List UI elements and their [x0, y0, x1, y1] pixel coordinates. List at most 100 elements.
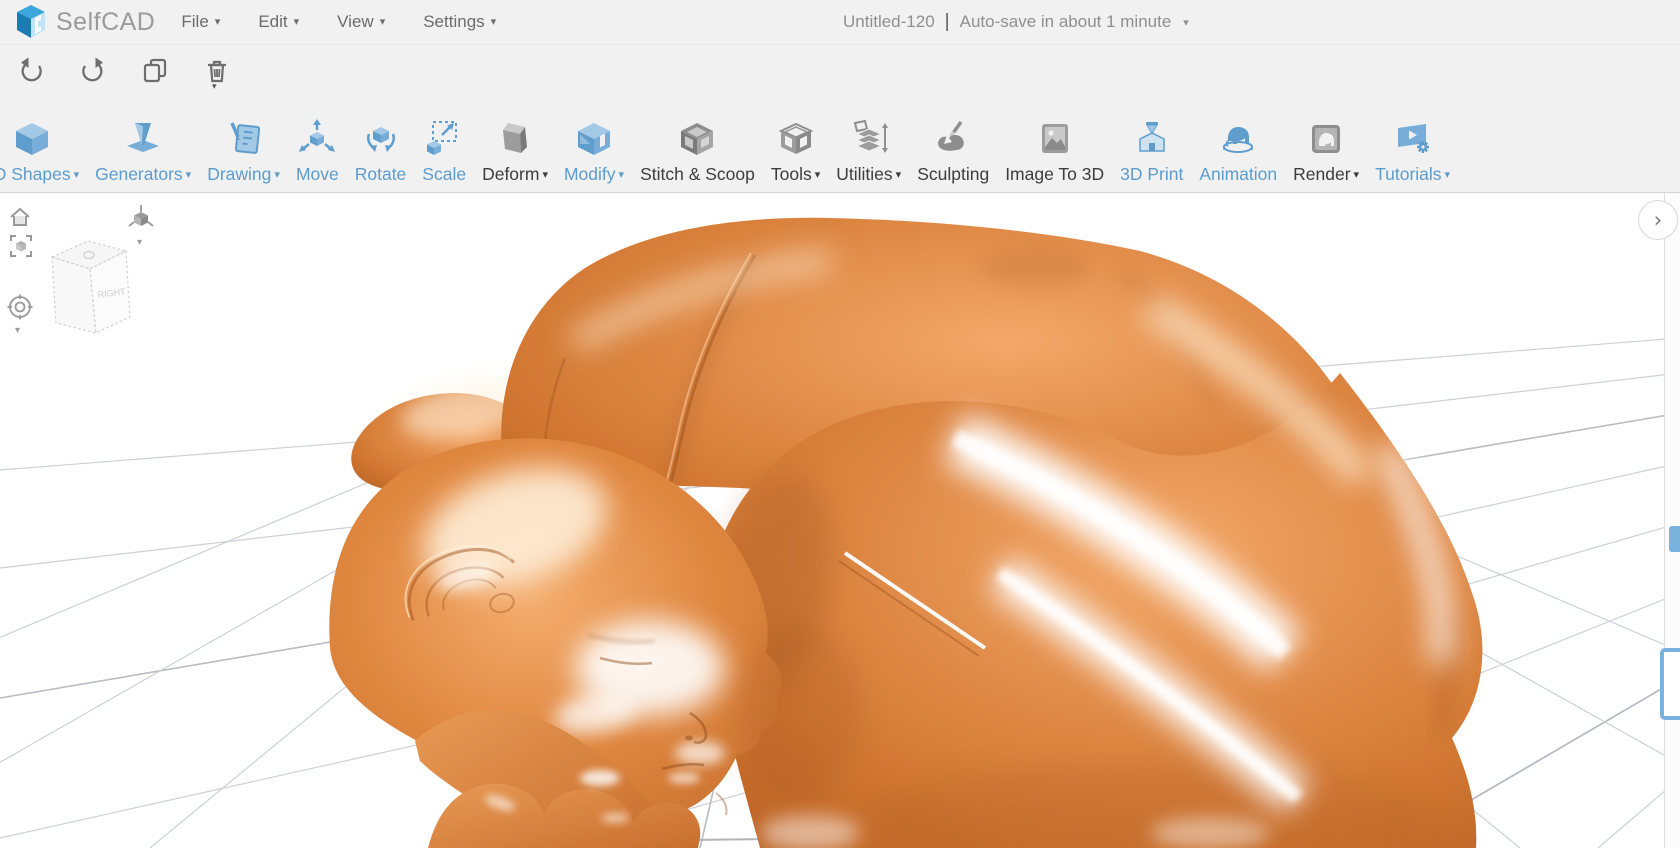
toolbar-item-label: Sculpting	[917, 164, 990, 184]
sculpt-icon	[938, 120, 964, 151]
print-icon	[1138, 122, 1165, 152]
toolbar-item-label: Animation	[1199, 164, 1278, 184]
chevron-down-icon: ▾	[214, 15, 221, 28]
toolbar-item-label: Modify	[563, 164, 616, 184]
menubar: File ▾ Edit ▾ View ▾ Settings ▾	[181, 12, 496, 32]
generator-icon	[127, 123, 160, 152]
tools-icon	[778, 122, 813, 154]
menu-label: View	[337, 12, 374, 31]
toolbar-item-label: Tutorials	[1375, 164, 1442, 184]
top-menu-bar: SelfCAD File ▾ Edit ▾ View ▾ Settings ▾ Untitle…	[0, 0, 1680, 45]
orbit-control-button[interactable]	[6, 293, 34, 326]
toolbar-item-sculpting[interactable]: Sculpting	[917, 119, 989, 185]
undo-button[interactable]	[18, 55, 44, 85]
toolbar-item-label: Rotate	[354, 164, 407, 184]
menu-settings[interactable]: Settings ▾	[423, 12, 496, 32]
toolbar-item-move[interactable]: Move	[296, 119, 339, 185]
toolbar-item-label: Generators	[95, 164, 183, 184]
utilities-icon	[853, 119, 888, 153]
scene-canvas[interactable]	[0, 193, 1680, 848]
selfcad-logo-icon	[17, 5, 45, 38]
toolbar-item-tools[interactable]: Tools ▾	[771, 119, 820, 185]
menu-file[interactable]: File ▾	[181, 12, 220, 32]
main-toolbar: 3D Shapes▾Generators▾Drawing▾MoveRotateS…	[0, 95, 1680, 193]
title-divider: |	[944, 11, 950, 32]
toolbar-item-3d-shapes[interactable]: 3D Shapes▾	[0, 119, 79, 185]
toolbar-item-generators[interactable]: Generators ▾	[95, 119, 191, 185]
autosave-caret-icon[interactable]: ▾	[1183, 16, 1189, 29]
toolbar-item-label: Deform	[482, 164, 540, 184]
orbit-icon	[7, 294, 33, 320]
chevron-down-icon[interactable]: ▾	[212, 81, 217, 92]
deform-icon	[503, 123, 528, 153]
chevron-down-icon: ▾	[618, 169, 625, 181]
stitch-icon	[681, 123, 714, 155]
document-title-block[interactable]: Untitled-120 | Auto-save in about 1 minu…	[843, 0, 1189, 44]
hidden-panel-icon-fragment	[1660, 648, 1680, 720]
toolbar-item-scale[interactable]: Scale	[422, 119, 466, 185]
panel-toggle-button[interactable]: ›	[1638, 200, 1678, 240]
chevron-down-icon: ▾	[1444, 169, 1451, 181]
toolbar-item-3d-print[interactable]: 3D Print	[1120, 119, 1183, 185]
chevron-down-icon: ▾	[73, 169, 80, 181]
hidden-panel-icon-fragment	[1669, 526, 1680, 552]
toolbar-item-drawing[interactable]: Drawing ▾	[207, 119, 280, 185]
toolbar-item-modify[interactable]: Modify ▾	[564, 119, 624, 185]
rotate-icon	[366, 127, 395, 152]
copy-icon	[143, 58, 167, 82]
image-icon	[1041, 124, 1068, 153]
toolbar-item-tutorials[interactable]: Tutorials ▾	[1375, 119, 1450, 185]
toolbar-item-label: Drawing	[207, 164, 272, 184]
fit-view-button[interactable]	[8, 233, 34, 264]
redo-button[interactable]	[80, 55, 106, 85]
collapsed-right-panel	[1664, 193, 1680, 848]
toolbar-item-deform[interactable]: Deform ▾	[482, 119, 548, 185]
quick-action-bar: ▾	[0, 45, 1680, 95]
toolbar-item-label: 3D Shapes	[0, 164, 71, 184]
iso-view-button[interactable]	[126, 203, 156, 240]
render-icon	[1312, 125, 1341, 153]
scale-icon	[427, 121, 458, 155]
chevron-right-icon: ›	[1653, 208, 1663, 232]
toolbar-item-render[interactable]: Render ▾	[1293, 119, 1359, 185]
trash-icon	[208, 60, 226, 82]
orbit-caret-icon[interactable]: ▾	[15, 325, 20, 336]
view-cube[interactable]: RIGHT	[42, 233, 134, 344]
tutorials-icon	[1397, 124, 1429, 153]
toolbar-item-image-to-3d[interactable]: Image To 3D	[1005, 119, 1104, 185]
menu-label: Edit	[258, 12, 288, 31]
chevron-down-icon: ▾	[1353, 169, 1360, 181]
animation-icon	[1223, 127, 1254, 153]
viewport-3d[interactable]: RIGHT ▾ ▾ ›	[0, 193, 1680, 848]
home-view-button[interactable]	[8, 205, 32, 234]
toolbar-item-utilities[interactable]: Utilities ▾	[836, 119, 901, 185]
toolbar-item-stitch-scoop[interactable]: Stitch & Scoop	[640, 119, 755, 185]
toolbar-item-rotate[interactable]: Rotate	[354, 119, 407, 185]
menu-edit[interactable]: Edit ▾	[258, 12, 299, 32]
toolbar-item-label: Stitch & Scoop	[640, 164, 755, 184]
app-logo[interactable]: SelfCAD	[0, 4, 155, 40]
chevron-down-icon: ▾	[814, 169, 821, 181]
drawing-icon	[229, 122, 260, 154]
toolbar-item-label: Tools	[770, 164, 812, 184]
iso-view-caret-icon[interactable]: ▾	[137, 237, 142, 248]
chevron-down-icon: ▾	[490, 15, 497, 28]
chevron-down-icon: ▾	[895, 169, 902, 181]
chevron-down-icon: ▾	[542, 169, 548, 181]
chevron-down-icon: ▾	[185, 169, 192, 181]
menu-view[interactable]: View ▾	[337, 12, 385, 32]
delete-button[interactable]: ▾	[204, 55, 230, 91]
chevron-down-icon: ▾	[379, 15, 386, 28]
toolbar-item-animation[interactable]: Animation	[1199, 119, 1277, 185]
app-name: SelfCAD	[56, 7, 156, 36]
bowing-figure-3d-model[interactable]	[329, 217, 1483, 848]
toolbar-item-label: 3D Print	[1120, 164, 1184, 184]
chevron-down-icon: ▾	[274, 169, 280, 181]
duplicate-button[interactable]	[142, 55, 168, 85]
document-title: Untitled-120	[843, 12, 935, 31]
undo-icon	[21, 57, 42, 81]
toolbar-item-label: Scale	[422, 164, 467, 184]
autosave-status: Auto-save in about 1 minute	[959, 12, 1172, 31]
redo-icon	[82, 57, 103, 81]
toolbar-item-label: Utilities	[836, 164, 893, 184]
